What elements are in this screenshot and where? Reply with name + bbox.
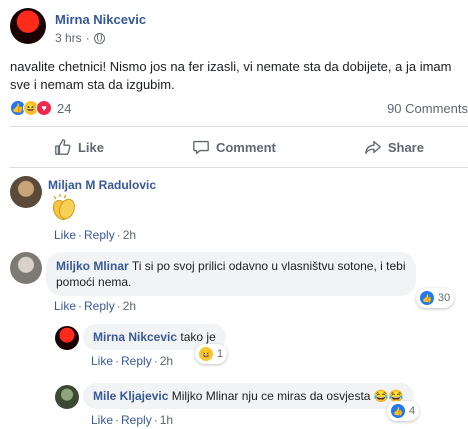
comment-author[interactable]: Mile Kljajevic	[93, 389, 168, 403]
share-icon	[364, 140, 381, 154]
comment-links: Like · Reply · 1h	[91, 413, 174, 427]
divider	[10, 126, 468, 127]
like-button[interactable]: Like	[54, 138, 104, 156]
reply: Mirna Nikcevic tako je 😆 1 Like · Reply · 2h	[55, 324, 455, 370]
share-button[interactable]: Share	[364, 138, 424, 156]
comment-links: Like · Reply · 2h	[54, 299, 137, 313]
comment-reaction-count: 4	[409, 405, 416, 417]
comment-icon	[193, 140, 209, 154]
comment-like-link[interactable]: Like	[91, 413, 113, 427]
post-meta: 3 hrs ·	[55, 31, 105, 45]
comment: Miljan M Radulovic Like · Reply · 2h	[10, 174, 460, 242]
thumbs-up-icon	[55, 139, 71, 155]
comment-bubble: Mile Kljajevic Miljko Mlinar nju ce mira…	[83, 383, 414, 409]
post-header: Mirna Nikcevic 3 hrs ·	[10, 8, 450, 48]
commenter-avatar[interactable]	[10, 176, 42, 208]
comment-reaction-count: 1	[217, 348, 224, 360]
comment-author[interactable]: Mirna Nikcevic	[93, 330, 177, 344]
comment-reaction-count: 30	[438, 292, 451, 304]
post-time[interactable]: 3 hrs	[55, 31, 82, 45]
comment-label: Comment	[215, 139, 276, 155]
comment-reactions[interactable]: 😆 1	[195, 344, 228, 364]
comment-time[interactable]: 1h	[160, 413, 173, 427]
comment-bubble: Miljko Mlinar Ti si po svoj prilici odav…	[46, 252, 416, 296]
comment-time[interactable]: 2h	[123, 228, 136, 242]
comment-reply-link[interactable]: Reply	[84, 228, 115, 242]
comment-time[interactable]: 2h	[123, 299, 136, 313]
comment-author[interactable]: Miljko Mlinar	[56, 259, 129, 273]
commenter-avatar[interactable]	[55, 385, 79, 409]
clapping-hands-sticker-icon	[50, 194, 78, 222]
comment-text: tako je	[180, 330, 216, 344]
comment-like-link[interactable]: Like	[54, 299, 76, 313]
comment-like-link[interactable]: Like	[54, 228, 76, 242]
comments-count[interactable]: 90 Comments	[387, 101, 468, 116]
comment-author[interactable]: Miljan M Radulovic	[48, 178, 156, 192]
love-reaction-icon: ♥	[36, 100, 52, 116]
haha-reaction-icon: 😆	[199, 347, 213, 361]
comment-reply-link[interactable]: Reply	[121, 354, 152, 368]
comment-like-link[interactable]: Like	[91, 354, 113, 368]
comment-text: Miljko Mlinar nju ce miras da osvjesta	[171, 389, 371, 403]
like-reaction-icon: 👍	[420, 291, 434, 305]
comment-reply-link[interactable]: Reply	[121, 413, 152, 427]
action-bar: Like Comment Share	[10, 133, 468, 161]
comment-button[interactable]: Comment	[192, 138, 276, 156]
comment-reply-link[interactable]: Reply	[84, 299, 115, 313]
share-label: Share	[387, 139, 424, 155]
comment-links: Like · Reply · 2h	[91, 354, 174, 368]
comment-reactions[interactable]: 👍 30	[416, 288, 455, 308]
post-text: navalite chetnici! Nismo jos na fer izas…	[10, 59, 452, 92]
commenter-avatar[interactable]	[10, 252, 42, 284]
commenter-avatar[interactable]	[55, 326, 79, 350]
globe-icon	[93, 32, 105, 44]
like-reaction-icon: 👍	[391, 404, 405, 418]
reaction-count: 24	[57, 100, 72, 116]
comment-time[interactable]: 2h	[160, 354, 173, 368]
comment-links: Like · Reply · 2h	[54, 228, 137, 242]
like-label: Like	[77, 139, 104, 155]
comment: Miljko Mlinar Ti si po svoj prilici odav…	[10, 250, 460, 313]
divider	[10, 167, 468, 168]
post-author[interactable]: Mirna Nikcevic	[55, 12, 146, 27]
comment-reactions[interactable]: 👍 4	[387, 401, 420, 421]
reactions-summary[interactable]: 👍 😆 ♥ 24	[10, 100, 71, 116]
author-avatar[interactable]	[10, 8, 46, 44]
reply: Mile Kljajevic Miljko Mlinar nju ce mira…	[55, 383, 460, 429]
